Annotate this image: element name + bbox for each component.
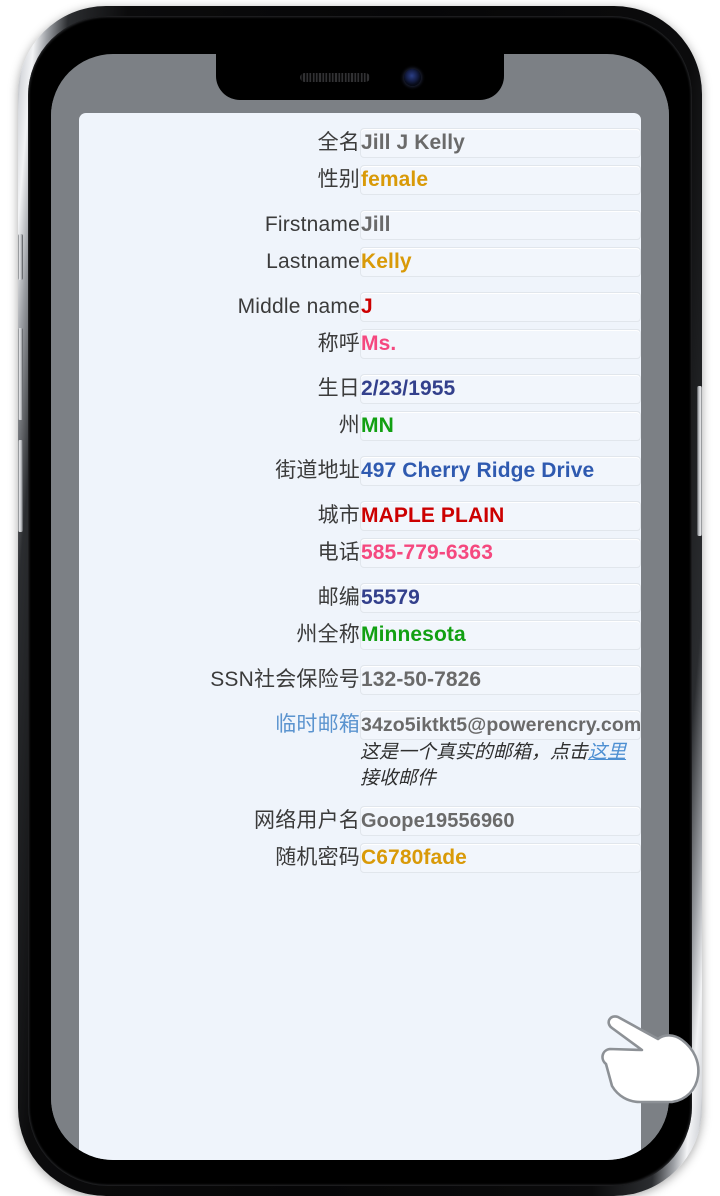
row-label-city: 城市 bbox=[317, 503, 360, 527]
table-row: Firstname Jill bbox=[79, 210, 641, 240]
row-value-cell-title[interactable]: Ms. bbox=[360, 329, 641, 359]
value-firstname: Jill bbox=[361, 213, 391, 236]
row-label-middle-name: Middle name bbox=[237, 294, 360, 318]
table-row: Middle name J bbox=[79, 292, 641, 322]
table-row: 随机密码 C6780fade bbox=[79, 843, 641, 874]
row-label-password: 随机密码 bbox=[275, 846, 360, 870]
value-city: MAPLE PLAIN bbox=[361, 504, 505, 527]
value-username: Goope19556960 bbox=[361, 809, 515, 832]
row-value-cell-lastname[interactable]: Kelly bbox=[360, 247, 641, 277]
row-value-cell-gender[interactable]: female bbox=[360, 165, 641, 195]
table-row: 城市 MAPLE PLAIN bbox=[79, 501, 641, 531]
phone-screen: 全名 Jill J Kelly 性别 female Firstname Jill… bbox=[51, 54, 669, 1160]
value-birthday: 2/23/1955 bbox=[361, 377, 456, 400]
table-row: 电话 585-779-6363 bbox=[79, 538, 641, 568]
row-label-username: 网络用户名 bbox=[254, 809, 360, 833]
row-value-cell-password[interactable]: C6780fade bbox=[360, 843, 641, 874]
table-row: 性别 female bbox=[79, 165, 641, 195]
table-row: 全名 Jill J Kelly bbox=[79, 128, 641, 158]
table-row: 称呼 Ms. bbox=[79, 329, 641, 359]
row-value-cell-zipcode[interactable]: 55579 bbox=[360, 583, 641, 613]
value-temp-email: 34zo5iktkt5@powerencry.com bbox=[361, 713, 641, 736]
identity-info-card: 全名 Jill J Kelly 性别 female Firstname Jill… bbox=[79, 113, 641, 1160]
volume-up-button[interactable] bbox=[18, 328, 23, 420]
row-label-street-address: 街道地址 bbox=[275, 458, 360, 482]
value-zipcode: 55579 bbox=[361, 586, 420, 609]
value-middle-name: J bbox=[361, 295, 373, 318]
row-label-state-full: 州全称 bbox=[296, 622, 360, 646]
email-note-suffix: 接收邮件 bbox=[360, 767, 437, 789]
front-camera-icon bbox=[403, 68, 421, 86]
row-label-state-abbr: 州 bbox=[338, 413, 360, 437]
identity-table: 全名 Jill J Kelly 性别 female Firstname Jill… bbox=[79, 113, 641, 874]
value-password: C6780fade bbox=[361, 846, 467, 870]
row-label-full-name: 全名 bbox=[317, 130, 360, 154]
value-ssn: 132-50-7826 bbox=[361, 668, 482, 691]
row-value-cell-birthday[interactable]: 2/23/1955 bbox=[360, 374, 641, 404]
table-row: 邮编 55579 bbox=[79, 583, 641, 613]
speaker-grille-icon bbox=[299, 72, 370, 82]
row-label-birthday: 生日 bbox=[317, 376, 360, 400]
row-label-ssn: SSN社会保险号 bbox=[210, 667, 360, 691]
row-value-cell-state-full[interactable]: Minnesota bbox=[360, 620, 641, 650]
power-button[interactable] bbox=[697, 386, 702, 536]
value-lastname: Kelly bbox=[361, 250, 412, 273]
table-row: Lastname Kelly bbox=[79, 247, 641, 277]
silent-switch[interactable] bbox=[18, 234, 23, 280]
value-gender: female bbox=[361, 168, 429, 191]
row-label-title: 称呼 bbox=[317, 331, 360, 355]
value-title: Ms. bbox=[361, 332, 397, 355]
row-value-cell-state-abbr[interactable]: MN bbox=[360, 411, 641, 441]
table-row: 街道地址 497 Cherry Ridge Drive bbox=[79, 456, 641, 486]
table-row: 网络用户名 Goope19556960 bbox=[79, 806, 641, 837]
device-notch bbox=[216, 54, 504, 100]
table-row: 临时邮箱 34zo5iktkt5@powerencry.com bbox=[79, 710, 641, 740]
value-full-name: Jill J Kelly bbox=[361, 131, 465, 154]
email-note-row: 这是一个真实的邮箱，点击这里接收邮件 bbox=[79, 740, 641, 791]
row-label-phone: 电话 bbox=[317, 540, 360, 564]
table-row: SSN社会保险号 132-50-7826 bbox=[79, 665, 641, 695]
value-phone: 585-779-6363 bbox=[361, 541, 493, 564]
row-value-cell-street-address[interactable]: 497 Cherry Ridge Drive bbox=[360, 456, 641, 486]
row-value-cell-username[interactable]: Goope19556960 bbox=[360, 806, 641, 837]
table-row: 州 MN bbox=[79, 411, 641, 441]
table-row: 生日 2/23/1955 bbox=[79, 374, 641, 404]
row-value-cell-full-name[interactable]: Jill J Kelly bbox=[360, 128, 641, 158]
web-page-viewport: 全名 Jill J Kelly 性别 female Firstname Jill… bbox=[51, 100, 669, 1160]
row-value-cell-phone[interactable]: 585-779-6363 bbox=[360, 538, 641, 568]
value-state-abbr: MN bbox=[361, 414, 394, 437]
row-value-cell-middle-name[interactable]: J bbox=[360, 292, 641, 322]
email-note-prefix: 这是一个真实的邮箱，点击 bbox=[360, 742, 589, 763]
value-street-address: 497 Cherry Ridge Drive bbox=[361, 459, 595, 482]
row-label-gender: 性别 bbox=[317, 167, 360, 191]
row-label-lastname: Lastname bbox=[266, 249, 360, 273]
identity-table-body: 全名 Jill J Kelly 性别 female Firstname Jill… bbox=[79, 113, 641, 874]
row-value-cell-city[interactable]: MAPLE PLAIN bbox=[360, 501, 641, 531]
email-note: 这是一个真实的邮箱，点击这里接收邮件 bbox=[360, 740, 641, 791]
row-label-temp-email[interactable]: 临时邮箱 bbox=[79, 710, 360, 740]
value-state-full: Minnesota bbox=[361, 623, 466, 646]
row-value-cell-temp-email[interactable]: 34zo5iktkt5@powerencry.com bbox=[360, 710, 641, 740]
table-row: 州全称 Minnesota bbox=[79, 620, 641, 650]
row-value-cell-firstname[interactable]: Jill bbox=[360, 210, 641, 240]
email-note-spacer bbox=[79, 740, 360, 791]
row-label-zipcode: 邮编 bbox=[317, 585, 360, 609]
volume-down-button[interactable] bbox=[18, 440, 23, 532]
receive-email-link[interactable]: 这里 bbox=[588, 742, 626, 763]
row-value-cell-ssn[interactable]: 132-50-7826 bbox=[360, 665, 641, 695]
row-label-firstname: Firstname bbox=[264, 212, 360, 236]
phone-device-frame: 全名 Jill J Kelly 性别 female Firstname Jill… bbox=[18, 6, 702, 1196]
